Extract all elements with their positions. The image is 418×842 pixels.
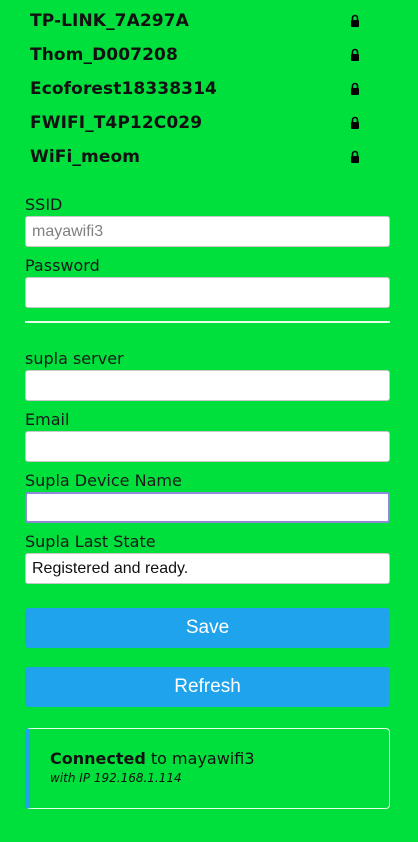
connected-word: Connected bbox=[50, 749, 146, 768]
network-ssid: FWIFI_T4P12C029 bbox=[30, 113, 203, 133]
connection-line: Connected to mayawifi3 bbox=[50, 748, 389, 770]
connection-status: Connected to mayawifi3 with IP 192.168.1… bbox=[25, 728, 390, 809]
network-ssid: Ecoforest18338314 bbox=[30, 79, 217, 99]
connected-network: to mayawifi3 bbox=[145, 749, 255, 768]
network-item[interactable]: Ecoforest18338314 bbox=[25, 72, 390, 106]
network-ssid: WiFi_meom bbox=[30, 147, 141, 167]
network-ssid: Thom_D007208 bbox=[30, 45, 178, 65]
last-state-label: Supla Last State bbox=[25, 532, 156, 551]
lock-icon bbox=[351, 14, 359, 27]
lock-icon bbox=[351, 82, 359, 95]
lock-icon bbox=[351, 116, 359, 129]
network-item[interactable]: Thom_D007208 bbox=[25, 38, 390, 72]
last-state-input[interactable] bbox=[25, 553, 390, 584]
email-input[interactable] bbox=[25, 431, 390, 462]
network-item[interactable]: FWIFI_T4P12C029 bbox=[25, 106, 390, 140]
ssid-input[interactable] bbox=[25, 216, 390, 247]
lock-icon bbox=[351, 48, 359, 61]
refresh-button[interactable]: Refresh bbox=[25, 667, 390, 707]
password-label: Password bbox=[25, 256, 100, 275]
ip-address: with IP 192.168.1.114 bbox=[50, 771, 182, 785]
lock-icon bbox=[351, 150, 359, 163]
device-name-label: Supla Device Name bbox=[25, 471, 182, 490]
device-name-input[interactable] bbox=[25, 492, 390, 523]
wifi-config-page: TP-LINK_7A297A Thom_D007208 Ecoforest183… bbox=[25, 0, 390, 809]
save-button[interactable]: Save bbox=[25, 608, 390, 648]
password-input[interactable] bbox=[25, 277, 390, 308]
network-item[interactable]: TP-LINK_7A297A bbox=[25, 4, 390, 38]
network-ssid: TP-LINK_7A297A bbox=[30, 11, 189, 31]
supla-server-input[interactable] bbox=[25, 370, 390, 401]
network-item[interactable]: WiFi_meom bbox=[25, 140, 390, 174]
network-list: TP-LINK_7A297A Thom_D007208 Ecoforest183… bbox=[25, 4, 390, 174]
supla-server-label: supla server bbox=[25, 349, 124, 368]
email-label: Email bbox=[25, 410, 70, 429]
ssid-label: SSID bbox=[25, 195, 63, 214]
